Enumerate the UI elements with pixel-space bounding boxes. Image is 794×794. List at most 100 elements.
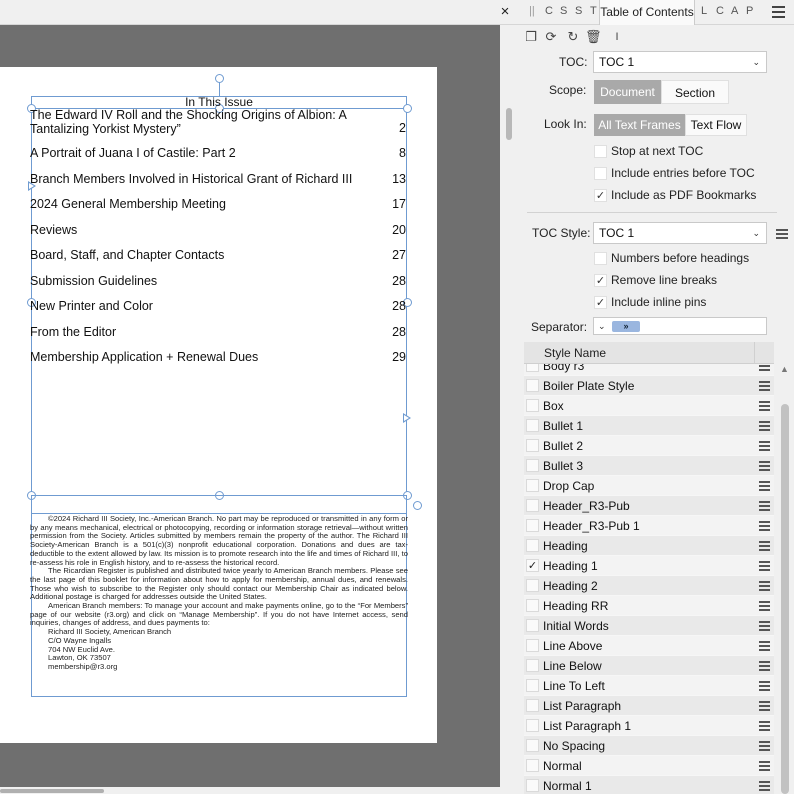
copy-icon[interactable]: ❐	[523, 29, 539, 45]
checkbox[interactable]	[526, 699, 539, 712]
toc-style-select[interactable]: TOC 1 ⌄	[593, 222, 767, 244]
checkbox[interactable]	[526, 459, 539, 472]
checkbox[interactable]	[526, 759, 539, 772]
look-in-all-frames-button[interactable]: All Text Frames	[594, 114, 685, 136]
style-name-list[interactable]: Style Name Body r3 Boiler Plate Style Box B…	[524, 342, 774, 794]
style-row[interactable]: List Paragraph 1	[524, 716, 774, 736]
style-row[interactable]: Box	[524, 396, 774, 416]
style-row[interactable]: Line To Left	[524, 676, 774, 696]
style-row[interactable]: Bullet 2	[524, 436, 774, 456]
style-row-menu-icon[interactable]	[759, 441, 770, 451]
scroll-up-icon[interactable]: ▲	[780, 364, 789, 374]
style-row-menu-icon[interactable]	[759, 621, 770, 631]
column-header-style-name[interactable]: Style Name	[544, 346, 606, 360]
checkbox[interactable]	[594, 145, 607, 158]
text-flow-out-icon[interactable]	[403, 413, 411, 423]
style-row[interactable]: Initial Words	[524, 616, 774, 636]
delete-icon[interactable]: 🗑	[585, 29, 602, 45]
text-cursor-icon[interactable]: I	[609, 29, 625, 45]
style-row[interactable]: Line Above	[524, 636, 774, 656]
scrollbar-thumb[interactable]	[506, 108, 512, 140]
style-row-menu-icon[interactable]	[759, 781, 770, 791]
checkbox[interactable]	[526, 399, 539, 412]
checkbox[interactable]	[526, 419, 539, 432]
style-row-menu-icon[interactable]	[759, 381, 770, 391]
checkbox[interactable]	[526, 599, 539, 612]
refresh-icon[interactable]: ↻	[565, 29, 581, 45]
tab-collapsed[interactable]: A	[731, 5, 738, 17]
canvas-horizontal-scrollbar[interactable]	[0, 787, 500, 794]
style-row[interactable]: Bullet 1	[524, 416, 774, 436]
tab-collapsed[interactable]: T	[590, 5, 597, 17]
style-row-menu-icon[interactable]	[759, 581, 770, 591]
style-row[interactable]: No Spacing	[524, 736, 774, 756]
tab-collapsed[interactable]: L	[701, 5, 707, 17]
style-row[interactable]: ✓ Heading 1	[524, 556, 774, 576]
rotation-handle[interactable]	[215, 74, 224, 83]
tab-collapsed[interactable]: S	[575, 5, 582, 17]
style-row[interactable]: Header_R3-Pub 1	[524, 516, 774, 536]
checkbox[interactable]	[594, 252, 607, 265]
chevron-down-icon[interactable]: ⌄	[598, 318, 606, 334]
checkbox[interactable]	[526, 479, 539, 492]
style-row-menu-icon[interactable]	[759, 721, 770, 731]
checkbox[interactable]	[526, 499, 539, 512]
style-row[interactable]: Normal	[524, 756, 774, 776]
rotate-corner-handle[interactable]	[413, 501, 422, 510]
checkbox[interactable]	[526, 739, 539, 752]
checkbox[interactable]	[526, 439, 539, 452]
checkbox-checked[interactable]: ✓	[594, 274, 607, 287]
style-row[interactable]: Drop Cap	[524, 476, 774, 496]
panel-menu-icon[interactable]	[772, 6, 786, 18]
style-row-menu-icon[interactable]	[759, 701, 770, 711]
tab-collapsed[interactable]: P	[746, 5, 753, 17]
style-row[interactable]: Bullet 3	[524, 456, 774, 476]
checkbox[interactable]	[526, 519, 539, 532]
style-row-menu-icon[interactable]	[759, 761, 770, 771]
checkbox[interactable]	[526, 379, 539, 392]
tab-collapsed[interactable]: C	[716, 5, 724, 17]
tab-collapsed[interactable]: S	[560, 5, 567, 17]
style-row-menu-icon[interactable]	[759, 601, 770, 611]
checkbox-checked[interactable]: ✓	[594, 296, 607, 309]
checkbox[interactable]	[526, 679, 539, 692]
tab-table-of-contents[interactable]: Table of Contents	[599, 0, 695, 25]
style-row-menu-icon[interactable]	[759, 401, 770, 411]
style-row[interactable]: Normal 1	[524, 776, 774, 794]
style-row[interactable]: Boiler Plate Style	[524, 376, 774, 396]
separator-field[interactable]: ⌄ »	[593, 317, 767, 335]
toc-style-menu-icon[interactable]	[776, 229, 788, 239]
checkbox[interactable]	[526, 719, 539, 732]
close-document-button[interactable]: ×	[496, 2, 514, 22]
scrollbar-thumb[interactable]	[0, 789, 104, 793]
style-row[interactable]: Heading	[524, 536, 774, 556]
checkbox[interactable]	[526, 659, 539, 672]
checkbox[interactable]	[594, 167, 607, 180]
scope-section-button[interactable]: Section	[661, 80, 729, 104]
style-row[interactable]: Heading RR	[524, 596, 774, 616]
checkbox[interactable]	[526, 579, 539, 592]
style-row[interactable]: Line Below	[524, 656, 774, 676]
checkbox[interactable]	[526, 619, 539, 632]
toc-select[interactable]: TOC 1 ⌄	[593, 51, 767, 73]
style-row-menu-icon[interactable]	[759, 501, 770, 511]
style-row-menu-icon[interactable]	[759, 541, 770, 551]
style-row-menu-icon[interactable]	[759, 681, 770, 691]
canvas-vertical-scrollbar[interactable]	[500, 25, 517, 794]
style-list-scrollbar[interactable]: ▲	[779, 364, 792, 794]
style-row[interactable]: Header_R3-Pub	[524, 496, 774, 516]
scope-document-button[interactable]: Document	[594, 80, 661, 104]
document-canvas[interactable]: × In This Issue The Edward IV Roll and t…	[0, 0, 517, 794]
style-row-menu-icon[interactable]	[759, 421, 770, 431]
scrollbar-thumb[interactable]	[781, 404, 789, 794]
look-in-text-flow-button[interactable]: Text Flow	[685, 114, 747, 136]
update-icon[interactable]: ⟳	[543, 29, 559, 45]
checkbox-checked[interactable]: ✓	[526, 559, 539, 572]
checkbox-checked[interactable]: ✓	[594, 189, 607, 202]
style-row-menu-icon[interactable]	[759, 661, 770, 671]
style-row-menu-icon[interactable]	[759, 521, 770, 531]
checkbox[interactable]	[526, 779, 539, 792]
checkbox[interactable]	[526, 639, 539, 652]
style-row[interactable]: Heading 2	[524, 576, 774, 596]
style-row-menu-icon[interactable]	[759, 481, 770, 491]
